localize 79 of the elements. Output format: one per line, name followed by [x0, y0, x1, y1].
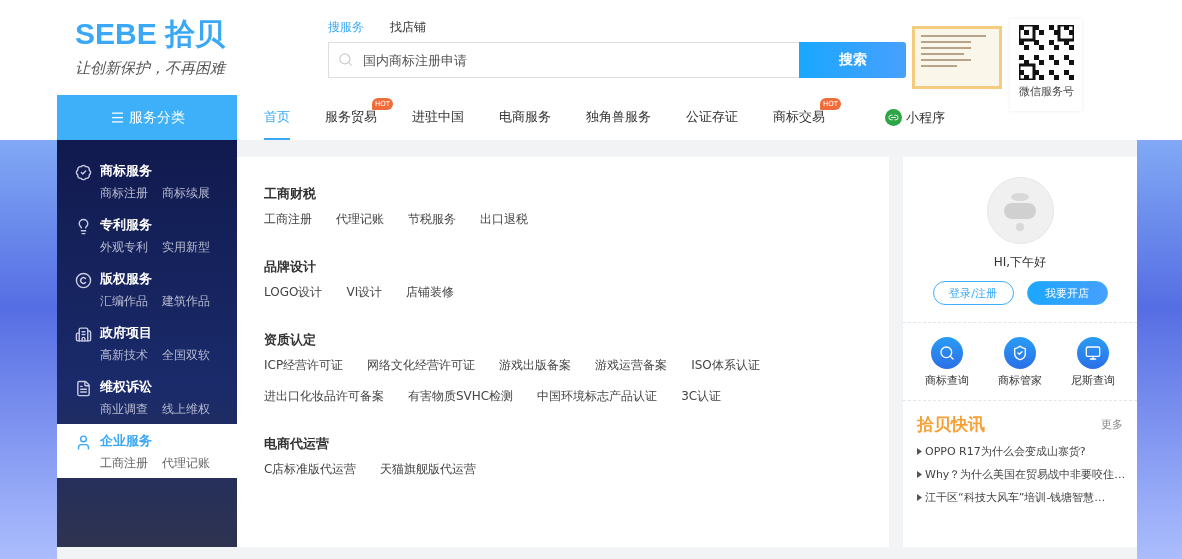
service-link[interactable]: 工商注册	[264, 211, 312, 228]
service-link[interactable]: 店铺装修	[406, 284, 455, 301]
category-icon	[75, 164, 92, 181]
caret-icon	[917, 471, 922, 478]
tool-icon	[1076, 337, 1109, 369]
category-link[interactable]: 实用新型	[162, 239, 210, 256]
category-item[interactable]: 商标服务 商标注册 商标续展	[57, 154, 237, 208]
category-item[interactable]: 专利服务 外观专利 实用新型	[57, 208, 237, 262]
quick-tool-link[interactable]: 尼斯查询	[1070, 337, 1115, 388]
greeting: HI,下午好	[993, 254, 1047, 271]
category-title: 商标服务	[100, 162, 153, 180]
qr-caption: 微信服务号	[1018, 84, 1074, 99]
service-link[interactable]: 3C认证	[681, 388, 722, 405]
category-link[interactable]: 商标续展	[162, 185, 210, 202]
service-link[interactable]: 节税服务	[408, 211, 456, 228]
service-link[interactable]: 出口退税	[480, 211, 528, 228]
category-link[interactable]: 建筑作品	[162, 293, 210, 310]
slogan: 让创新保护，不再困难	[75, 59, 228, 78]
category-item[interactable]: 维权诉讼 商业调查 线上维权	[57, 370, 237, 424]
news-link[interactable]: Why？为什么美国在贸易战中非要咬住…	[917, 467, 1123, 482]
search-tab[interactable]: 找店铺	[390, 19, 426, 36]
category-title: 版权服务	[100, 270, 153, 288]
category-title: 专利服务	[100, 216, 153, 234]
category-link[interactable]: 代理记账	[162, 455, 210, 472]
service-link[interactable]: 进出口化妆品许可备案	[264, 388, 384, 405]
link-icon	[885, 109, 902, 126]
group-title: 电商代运营	[264, 435, 330, 453]
category-link[interactable]: 全国双软	[162, 347, 210, 364]
category-link[interactable]: 外观专利	[100, 239, 148, 256]
service-link[interactable]: VI设计	[346, 284, 383, 301]
category-link[interactable]: 工商注册	[100, 455, 148, 472]
menu-icon	[109, 110, 125, 125]
nav-tab[interactable]: 电商服务	[499, 95, 551, 140]
quick-tool-link[interactable]: 商标查询	[925, 337, 970, 388]
group-title: 资质认定	[264, 331, 317, 349]
qr-code	[1018, 25, 1074, 80]
service-link[interactable]: 中国环境标志产品认证	[537, 388, 658, 405]
caret-icon	[917, 494, 922, 501]
service-link[interactable]: 游戏出版备案	[499, 357, 572, 374]
service-link[interactable]: C店标准版代运营	[264, 461, 357, 478]
nav-tab[interactable]: 进驻中国	[412, 95, 464, 140]
service-link[interactable]: LOGO设计	[264, 284, 323, 301]
service-link[interactable]: 代理记账	[336, 211, 384, 228]
group-title: 品牌设计	[264, 258, 317, 276]
search-icon	[338, 52, 353, 67]
category-link[interactable]: 商标注册	[100, 185, 148, 202]
category-item[interactable]: 政府项目 高新技术 全国双软	[57, 316, 237, 370]
caret-icon	[917, 448, 922, 455]
quick-tool-link[interactable]: 商标管家	[998, 337, 1042, 388]
category-link[interactable]: 高新技术	[100, 347, 148, 364]
service-link[interactable]: 网络文化经营许可证	[367, 357, 476, 374]
more-link[interactable]: 更多	[1101, 417, 1123, 432]
category-title: 政府项目	[100, 324, 153, 342]
nav-tab[interactable]: 公证存证	[686, 95, 738, 140]
category-icon	[75, 272, 92, 289]
category-item[interactable]: 企业服务 工商注册 代理记账	[57, 424, 237, 478]
news-title: 拾贝快讯	[917, 413, 985, 436]
category-link[interactable]: 汇编作品	[100, 293, 148, 310]
service-link[interactable]: 天猫旗舰版代运营	[380, 461, 477, 478]
mini-program-link[interactable]: 小程序	[885, 95, 945, 140]
group-title: 工商财税	[264, 185, 317, 203]
category-icon	[75, 434, 92, 451]
service-link[interactable]: ICP经营许可证	[264, 357, 344, 374]
service-link[interactable]: 游戏运营备案	[595, 357, 668, 374]
category-title: 维权诉讼	[100, 378, 153, 396]
news-link[interactable]: 江干区“科技大风车”培训-钱塘智慧…	[917, 490, 1123, 505]
category-item[interactable]: 版权服务 汇编作品 建筑作品	[57, 262, 237, 316]
category-link[interactable]: 线上维权	[162, 401, 210, 418]
service-link[interactable]: 有害物质SVHC检测	[408, 388, 514, 405]
category-title: 企业服务	[100, 432, 153, 450]
tool-icon	[931, 337, 964, 369]
category-link[interactable]: 商业调查	[100, 401, 148, 418]
tool-icon	[1004, 337, 1036, 369]
nav-tab[interactable]: 独角兽服务	[586, 95, 651, 140]
news-link[interactable]: OPPO R17为什么会变成山寨货?	[917, 444, 1123, 459]
category-icon	[75, 326, 92, 343]
category-icon	[75, 380, 92, 397]
search-field[interactable]: 国内商标注册申请	[328, 42, 799, 78]
service-link[interactable]: ISO体系认证	[691, 357, 760, 374]
